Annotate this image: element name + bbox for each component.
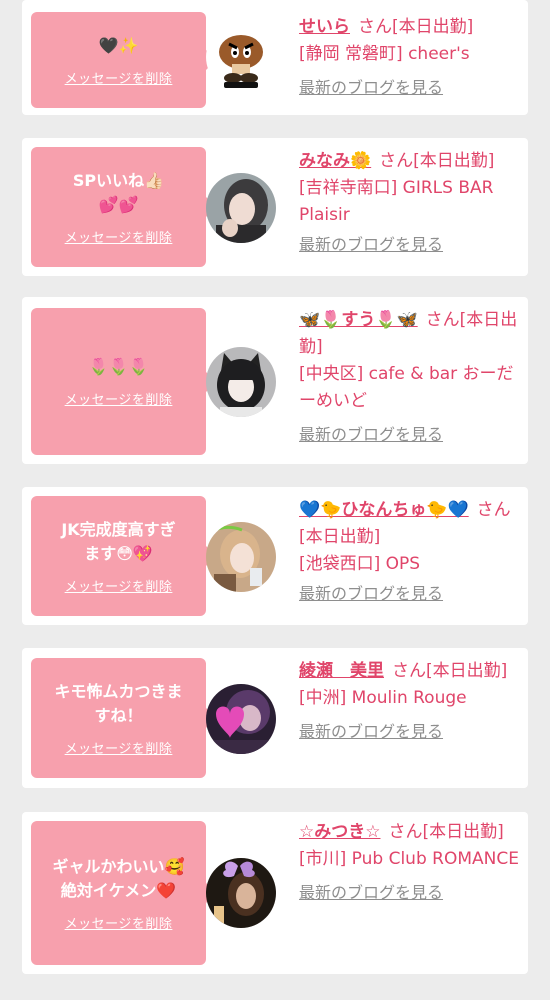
cast-name-link[interactable]: 💙🐤ひなんちゅ🐤💙 <box>299 500 469 520</box>
message-card: 🌷🌷🌷 メッセージを削除 🦋🌷すう🌷🦋 さん[本日出勤] [中央区] cafe &… <box>22 297 528 464</box>
shop-info: [中洲] Moulin Rouge <box>299 688 467 708</box>
latest-blog-link[interactable]: 最新のブログを見る <box>299 74 443 101</box>
message-list: 🖤✨ メッセージを削除 せいら さん[本日出勤] [静岡 常磐町] cheer's… <box>0 0 550 1000</box>
message-bubble: JK完成度高すぎ ます😳💖 メッセージを削除 <box>31 496 216 616</box>
cast-info: 💙🐤ひなんちゅ🐤💙 さん[本日出勤] [池袋西口] OPS 最新のブログを見る <box>299 497 521 608</box>
message-text: SPいいね👍🏻 💕💕 <box>72 170 165 214</box>
cast-status: さん[本日出勤] <box>392 661 508 681</box>
message-bubble: キモ怖ムカつきま すね！ メッセージを削除 <box>31 658 216 778</box>
avatar[interactable] <box>206 22 276 92</box>
shop-info: [中央区] cafe & bar おーだーめいど <box>299 364 514 411</box>
message-card: 🖤✨ メッセージを削除 せいら さん[本日出勤] [静岡 常磐町] cheer's… <box>22 0 528 115</box>
message-bubble: SPいいね👍🏻 💕💕 メッセージを削除 <box>31 147 216 267</box>
cast-info: せいら さん[本日出勤] [静岡 常磐町] cheer's 最新のブログを見る <box>299 14 521 102</box>
girl-drink-icon <box>206 522 276 592</box>
shop-info: [静岡 常磐町] cheer's <box>299 44 470 64</box>
cast-status: さん[本日出勤] <box>388 822 504 842</box>
shop-info: [池袋西口] OPS <box>299 554 421 574</box>
cast-name-link[interactable]: みなみ🌼 <box>299 151 371 171</box>
cast-name-link[interactable]: 綾瀬 美里 <box>299 661 384 681</box>
cast-info: 綾瀬 美里 さん[本日出勤] [中洲] Moulin Rouge 最新のブログを見… <box>299 658 521 746</box>
cast-info: みなみ🌼 さん[本日出勤] [吉祥寺南口] GIRLS BAR Plaisir 最… <box>299 148 521 259</box>
shop-info: [吉祥寺南口] GIRLS BAR Plaisir <box>299 178 494 225</box>
message-bubble: 🖤✨ メッセージを削除 <box>31 12 216 108</box>
latest-blog-link[interactable]: 最新のブログを見る <box>299 718 443 745</box>
latest-blog-link[interactable]: 最新のブログを見る <box>299 231 443 258</box>
avatar[interactable] <box>206 347 276 417</box>
message-card: キモ怖ムカつきま すね！ メッセージを削除 綾瀬 美里 さん[本日出勤] [中洲]… <box>22 648 528 788</box>
cast-name-link[interactable]: ☆みつき☆ <box>299 822 380 842</box>
cast-name-link[interactable]: 🦋🌷すう🌷🦋 <box>299 310 418 330</box>
delete-message-link[interactable]: メッセージを削除 <box>65 68 173 87</box>
cast-info: ☆みつき☆ さん[本日出勤] [市川] Pub Club ROMANCE 最新のブ… <box>299 819 521 907</box>
cast-name-link[interactable]: せいら <box>299 17 350 37</box>
message-text: 🌷🌷🌷 <box>88 357 149 376</box>
goomba-figure-icon <box>206 22 276 92</box>
avatar[interactable] <box>206 684 276 754</box>
cast-status: さん[本日出勤] <box>379 151 495 171</box>
message-card: JK完成度高すぎ ます😳💖 メッセージを削除 💙🐤ひなんちゅ🐤💙 さん[本日出勤]… <box>22 487 528 625</box>
heart-photo-icon <box>206 684 276 754</box>
message-bubble: ギャルかわいい🥰 絶対イケメン❤️ メッセージを削除 <box>31 821 216 965</box>
delete-message-link[interactable]: メッセージを削除 <box>65 913 173 932</box>
latest-blog-link[interactable]: 最新のブログを見る <box>299 879 443 906</box>
butterfly-photo-icon <box>206 858 276 928</box>
message-bubble: 🌷🌷🌷 メッセージを削除 <box>31 308 216 455</box>
cat-ear-girl-icon <box>206 347 276 417</box>
avatar[interactable] <box>206 858 276 928</box>
latest-blog-link[interactable]: 最新のブログを見る <box>299 580 443 607</box>
message-card: SPいいね👍🏻 💕💕 メッセージを削除 みなみ🌼 さん[本日出勤] [吉祥寺南口]… <box>22 138 528 276</box>
message-text: キモ怖ムカつきま すね！ <box>54 681 183 725</box>
cast-info: 🦋🌷すう🌷🦋 さん[本日出勤] [中央区] cafe & bar おーだーめいど … <box>299 307 521 449</box>
avatar[interactable] <box>206 522 276 592</box>
delete-message-link[interactable]: メッセージを削除 <box>65 389 173 408</box>
message-text: JK完成度高すぎ ます😳💖 <box>61 519 176 563</box>
delete-message-link[interactable]: メッセージを削除 <box>65 227 173 246</box>
avatar[interactable] <box>206 173 276 243</box>
shop-info: [市川] Pub Club ROMANCE <box>299 849 519 869</box>
girl-photo-icon <box>206 173 276 243</box>
message-card: ギャルかわいい🥰 絶対イケメン❤️ メッセージを削除 ☆みつき☆ さん[本日出勤]… <box>22 812 528 974</box>
delete-message-link[interactable]: メッセージを削除 <box>65 576 173 595</box>
cast-status: さん[本日出勤] <box>358 17 474 37</box>
message-text: 🖤✨ <box>98 35 139 55</box>
latest-blog-link[interactable]: 最新のブログを見る <box>299 421 443 448</box>
delete-message-link[interactable]: メッセージを削除 <box>65 738 173 757</box>
message-text: ギャルかわいい🥰 絶対イケメン❤️ <box>52 856 185 900</box>
